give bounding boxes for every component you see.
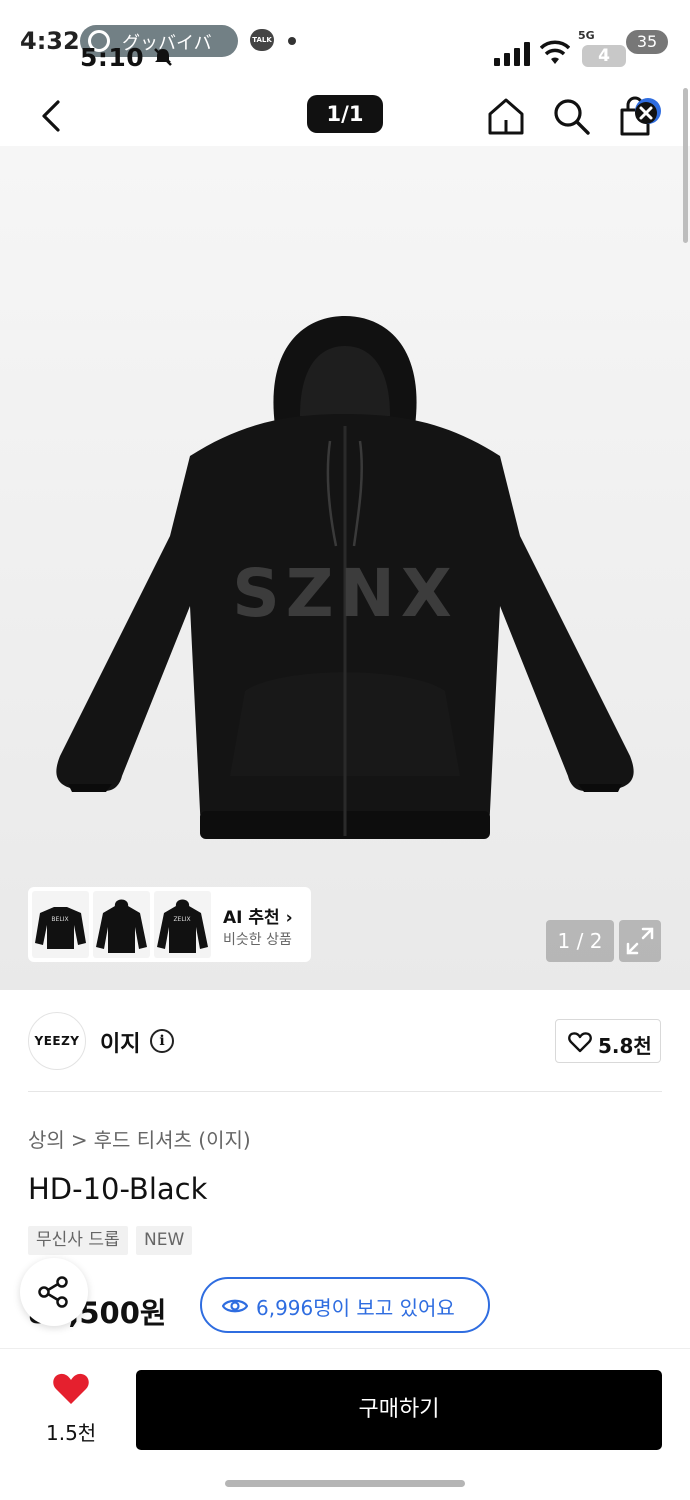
network-label: 5G [578,29,595,42]
product-title: HD-10-Black [28,1172,208,1206]
cart-icon[interactable] [618,96,668,136]
brand-like-count: 5.8천 [598,1034,652,1058]
eye-icon [222,1299,248,1313]
image-counter: 1/1 [307,95,383,133]
buy-button[interactable]: 구매하기 [136,1370,662,1450]
breadcrumb-subcategory[interactable]: 후드 티셔츠 (이지) [94,1128,251,1152]
heart-outline-icon [568,1032,592,1053]
wifi-icon [540,40,570,64]
thumb-1-text: BELIX [51,916,68,923]
status-time-back: 4:32 [20,27,80,55]
home-indicator[interactable] [225,1480,465,1487]
info-icon[interactable]: i [150,1029,174,1053]
back-icon[interactable] [36,96,68,136]
notification-dot [288,37,296,45]
product-image[interactable]: SZNX [0,146,690,990]
viewers-text: 6,996명이 보고 있어요 [256,1296,455,1320]
status-bar: 4:32 グッバイバ 5:10 TALK 5G 4 35 [0,0,690,80]
recommend-thumb-1[interactable]: BELIX [32,891,89,958]
wishlist-count: 1.5천 [46,1421,97,1445]
tag-musinsa-drop: 무신사 드롭 [28,1226,128,1255]
cellular-signal-icon [494,42,530,66]
breadcrumb: 상의 > 후드 티셔츠 (이지) [28,1124,251,1153]
status-time: 5:10 [80,43,145,72]
mute-bell-icon [154,48,172,66]
home-icon[interactable] [486,96,526,136]
share-icon [38,1276,68,1308]
divider [28,1091,662,1092]
expand-icon [626,927,654,955]
recommend-thumb-2[interactable] [93,891,150,958]
brand-like-button[interactable]: 5.8천 [555,1019,661,1063]
share-button[interactable] [20,1258,88,1326]
brand-name[interactable]: 이지 [100,1026,140,1058]
chevron-right-icon: › [285,908,293,928]
breadcrumb-separator: > [70,1128,88,1152]
expand-button[interactable] [619,920,661,962]
breadcrumb-category[interactable]: 상의 [28,1128,65,1152]
hoodie-image: SZNX [56,316,634,839]
scrollbar[interactable] [683,88,688,243]
recommend-thumb-3[interactable]: ZELIX [154,891,211,958]
ai-recommend-title: AI 추천 › [223,908,293,928]
print-text: SZNX [232,555,458,632]
search-icon[interactable] [551,96,591,136]
ai-recommend-card[interactable]: BELIX ZELIX AI 추천 › 비슷한 상품 [28,887,311,962]
tag-new: NEW [136,1226,193,1255]
battery-icon: 4 [582,45,626,67]
thumb-3-text: ZELIX [173,916,190,923]
viewers-badge: 6,996명이 보고 있어요 [200,1277,490,1333]
ai-recommend-subtitle: 비슷한 상품 [223,932,292,948]
talk-icon: TALK [250,29,274,51]
battery-level: 35 [626,30,668,54]
gallery-index: 1 / 2 [546,920,614,962]
wishlist-heart-icon[interactable] [52,1372,90,1406]
brand-logo[interactable]: YEEZY [28,1012,86,1070]
